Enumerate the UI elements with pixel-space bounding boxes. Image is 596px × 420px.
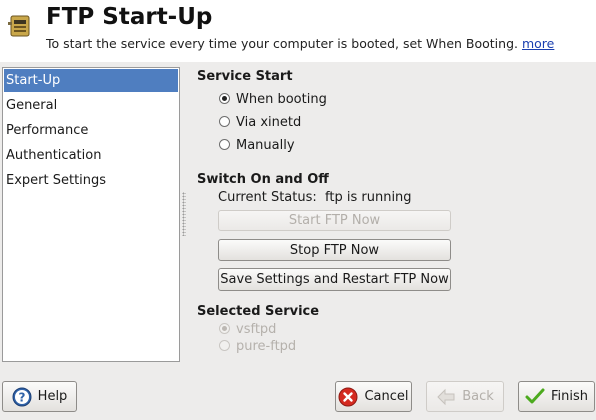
help-icon: ? <box>12 387 32 406</box>
sidebar-item-start-up[interactable]: Start-Up <box>4 69 178 92</box>
radio-label: Via xinetd <box>236 115 302 130</box>
current-status: Current Status: ftp is running <box>218 190 412 205</box>
stop-ftp-button[interactable]: Stop FTP Now <box>218 239 451 261</box>
radio-checked-icon[interactable] <box>219 93 230 104</box>
switch-title: Switch On and Off <box>197 172 329 187</box>
radio-label: vsftpd <box>236 322 277 337</box>
start-ftp-button[interactable]: Start FTP Now <box>218 210 451 231</box>
finish-label: Finish <box>550 389 588 404</box>
radio-label: When booting <box>236 92 327 107</box>
arrow-left-icon <box>437 388 455 405</box>
sidebar-item-authentication[interactable]: Authentication <box>3 143 179 168</box>
svg-text:?: ? <box>18 390 25 404</box>
page-subtitle: To start the service every time your com… <box>46 36 554 51</box>
radio-when-booting[interactable]: When booting <box>219 91 327 109</box>
selected-service-title: Selected Service <box>197 304 320 319</box>
checkmark-icon <box>525 388 545 403</box>
sidebar: Start-Up General Performance Authenticat… <box>2 67 180 362</box>
save-restart-ftp-button[interactable]: Save Settings and Restart FTP Now <box>218 268 451 291</box>
radio-unchecked-icon[interactable] <box>219 116 230 127</box>
service-start-title: Service Start <box>197 69 293 84</box>
subtitle-text: To start the service every time your com… <box>46 36 518 51</box>
radio-label: pure-ftpd <box>236 339 297 354</box>
radio-pure-ftpd[interactable]: pure-ftpd <box>219 338 296 356</box>
page-title: FTP Start-Up <box>46 4 213 30</box>
more-link[interactable]: more <box>522 36 554 51</box>
help-button[interactable]: ? Help <box>2 381 77 412</box>
back-button[interactable]: Back <box>426 381 504 412</box>
radio-vsftpd[interactable]: vsftpd <box>219 321 276 339</box>
back-label: Back <box>462 389 494 404</box>
sidebar-item-expert-settings[interactable]: Expert Settings <box>3 168 179 193</box>
cancel-button[interactable]: Cancel <box>335 381 412 412</box>
radio-unchecked-icon[interactable] <box>219 340 230 351</box>
ftp-server-icon <box>8 15 30 37</box>
radio-unchecked-icon[interactable] <box>219 139 230 150</box>
pane-splitter-handle[interactable] <box>182 192 186 236</box>
sidebar-item-general[interactable]: General <box>3 93 179 118</box>
radio-via-xinetd[interactable]: Via xinetd <box>219 114 301 132</box>
finish-button[interactable]: Finish <box>518 381 595 412</box>
help-label: Help <box>37 389 68 404</box>
radio-manually[interactable]: Manually <box>219 137 295 155</box>
status-value: ftp is running <box>325 190 412 205</box>
status-label: Current Status: <box>218 190 317 205</box>
dialog-header: FTP Start-Up To start the service every … <box>0 0 596 62</box>
cancel-icon <box>338 387 358 406</box>
radio-checked-icon[interactable] <box>219 323 230 334</box>
radio-label: Manually <box>236 138 295 153</box>
cancel-label: Cancel <box>364 389 409 404</box>
sidebar-item-performance[interactable]: Performance <box>3 118 179 143</box>
